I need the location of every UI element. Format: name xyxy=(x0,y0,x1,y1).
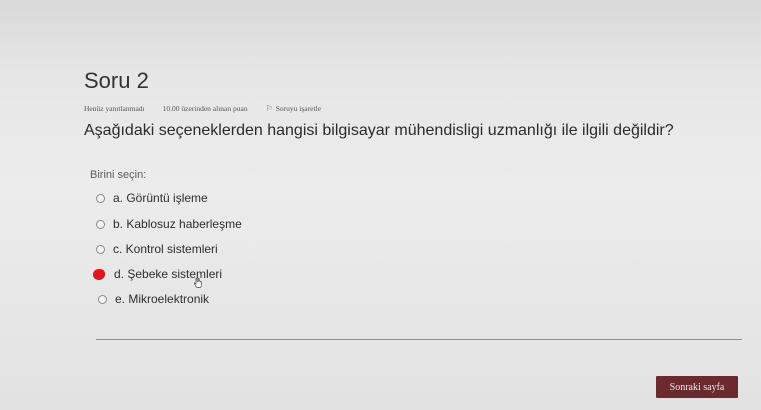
question-status: Henüz yanıtlanmadı xyxy=(84,104,145,113)
option-c-radio[interactable] xyxy=(96,244,105,254)
flag-question-label: Soruyu işaretle xyxy=(275,104,321,113)
question-text: Aşağıdaki seçeneklerden hangisi bilgisay… xyxy=(84,122,674,139)
question-meta: Henüz yanıtlanmadı 10.00 üzerinden alına… xyxy=(84,104,321,113)
next-page-button[interactable]: Sonraki sayfa xyxy=(656,376,738,398)
option-d-label[interactable]: d. Şebeke sistemleri xyxy=(114,267,222,281)
option-b-label[interactable]: b. Kablosuz haberleşme xyxy=(113,217,242,231)
content-divider xyxy=(96,339,742,340)
question-score: 10.00 üzerinden alınan puan xyxy=(162,104,248,113)
flag-question-link[interactable]: ⚐ Soruyu işaretle xyxy=(266,104,321,113)
option-b-radio[interactable] xyxy=(96,219,105,229)
option-e-label[interactable]: e. Mikroelektronik xyxy=(115,292,209,306)
option-e[interactable]: e. Mikroelektronik xyxy=(98,292,209,306)
question-title: Soru 2 xyxy=(84,68,149,93)
option-c-label[interactable]: c. Kontrol sistemleri xyxy=(113,242,218,256)
option-a[interactable]: a. Görüntü işleme xyxy=(96,191,208,205)
option-a-radio[interactable] xyxy=(96,193,105,203)
option-d[interactable]: d. Şebeke sistemleri xyxy=(93,267,222,281)
option-a-label[interactable]: a. Görüntü işleme xyxy=(113,191,208,205)
option-d-radio-selected[interactable] xyxy=(93,268,105,280)
option-c[interactable]: c. Kontrol sistemleri xyxy=(96,242,218,256)
option-e-radio[interactable] xyxy=(98,294,107,304)
option-b[interactable]: b. Kablosuz haberleşme xyxy=(96,217,242,231)
answer-prompt: Birini seçin: xyxy=(90,169,147,181)
hand-cursor-icon xyxy=(194,278,202,288)
flag-icon: ⚐ xyxy=(265,103,273,113)
